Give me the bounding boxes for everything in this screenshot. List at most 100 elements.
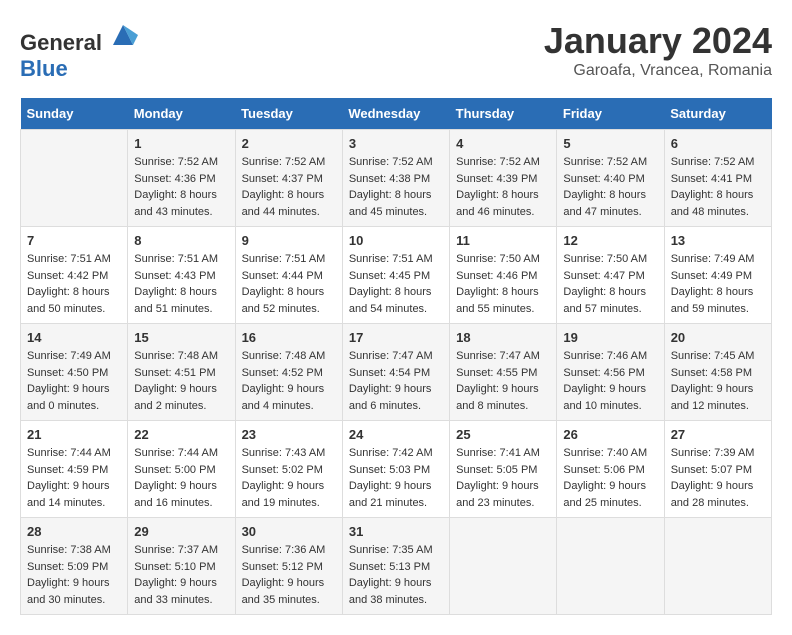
day-info-line: and 50 minutes. (27, 301, 121, 318)
day-info-line: and 4 minutes. (242, 398, 336, 415)
day-info-line: Daylight: 9 hours (671, 381, 765, 398)
day-info: Sunrise: 7:35 AMSunset: 5:13 PMDaylight:… (349, 542, 443, 608)
day-info-line: and 8 minutes. (456, 398, 550, 415)
calendar-cell: 2Sunrise: 7:52 AMSunset: 4:37 PMDaylight… (235, 130, 342, 227)
day-info-line: and 54 minutes. (349, 301, 443, 318)
day-info-line: Sunrise: 7:40 AM (563, 445, 657, 462)
day-info-line: Sunrise: 7:51 AM (134, 251, 228, 268)
day-info-line: Sunset: 4:55 PM (456, 365, 550, 382)
day-info-line: Daylight: 9 hours (27, 575, 121, 592)
day-info-line: Sunset: 4:46 PM (456, 268, 550, 285)
day-info: Sunrise: 7:43 AMSunset: 5:02 PMDaylight:… (242, 445, 336, 511)
calendar-cell: 5Sunrise: 7:52 AMSunset: 4:40 PMDaylight… (557, 130, 664, 227)
day-number: 12 (563, 233, 657, 248)
day-number: 29 (134, 524, 228, 539)
day-info-line: Daylight: 9 hours (134, 478, 228, 495)
day-info-line: and 10 minutes. (563, 398, 657, 415)
day-info: Sunrise: 7:39 AMSunset: 5:07 PMDaylight:… (671, 445, 765, 511)
page-header: General Blue January 2024 Garoafa, Vranc… (20, 20, 772, 82)
day-number: 1 (134, 136, 228, 151)
day-info-line: Daylight: 9 hours (349, 575, 443, 592)
day-info-line: Sunset: 5:05 PM (456, 462, 550, 479)
calendar-cell: 11Sunrise: 7:50 AMSunset: 4:46 PMDayligh… (450, 227, 557, 324)
day-info: Sunrise: 7:41 AMSunset: 5:05 PMDaylight:… (456, 445, 550, 511)
day-info-line: Sunset: 4:52 PM (242, 365, 336, 382)
logo-text: General Blue (20, 20, 138, 82)
day-info-line: Daylight: 9 hours (242, 381, 336, 398)
week-row: 1Sunrise: 7:52 AMSunset: 4:36 PMDaylight… (21, 130, 772, 227)
day-info-line: Sunrise: 7:45 AM (671, 348, 765, 365)
day-number: 28 (27, 524, 121, 539)
day-info-line: and 35 minutes. (242, 592, 336, 609)
day-info-line: Daylight: 9 hours (242, 478, 336, 495)
day-number: 26 (563, 427, 657, 442)
header-row: SundayMondayTuesdayWednesdayThursdayFrid… (21, 98, 772, 130)
title-block: January 2024 Garoafa, Vrancea, Romania (544, 20, 772, 80)
calendar-body: 1Sunrise: 7:52 AMSunset: 4:36 PMDaylight… (21, 130, 772, 615)
day-number: 20 (671, 330, 765, 345)
calendar-cell: 26Sunrise: 7:40 AMSunset: 5:06 PMDayligh… (557, 421, 664, 518)
month-title: January 2024 (544, 20, 772, 62)
day-info-line: and 25 minutes. (563, 495, 657, 512)
location-title: Garoafa, Vrancea, Romania (544, 62, 772, 80)
week-row: 7Sunrise: 7:51 AMSunset: 4:42 PMDaylight… (21, 227, 772, 324)
day-info-line: and 12 minutes. (671, 398, 765, 415)
day-info-line: and 47 minutes. (563, 204, 657, 221)
day-info-line: Daylight: 8 hours (134, 187, 228, 204)
day-info: Sunrise: 7:51 AMSunset: 4:45 PMDaylight:… (349, 251, 443, 317)
calendar-cell: 16Sunrise: 7:48 AMSunset: 4:52 PMDayligh… (235, 324, 342, 421)
day-info-line: Daylight: 8 hours (349, 187, 443, 204)
calendar-cell: 14Sunrise: 7:49 AMSunset: 4:50 PMDayligh… (21, 324, 128, 421)
calendar-cell: 18Sunrise: 7:47 AMSunset: 4:55 PMDayligh… (450, 324, 557, 421)
day-number: 5 (563, 136, 657, 151)
day-info-line: Sunrise: 7:43 AM (242, 445, 336, 462)
day-number: 14 (27, 330, 121, 345)
day-info-line: Sunset: 4:47 PM (563, 268, 657, 285)
day-info-line: Sunset: 4:37 PM (242, 171, 336, 188)
day-info-line: Sunrise: 7:37 AM (134, 542, 228, 559)
day-info-line: Sunset: 5:13 PM (349, 559, 443, 576)
day-info-line: and 59 minutes. (671, 301, 765, 318)
day-number: 7 (27, 233, 121, 248)
day-info-line: and 55 minutes. (456, 301, 550, 318)
calendar-cell: 21Sunrise: 7:44 AMSunset: 4:59 PMDayligh… (21, 421, 128, 518)
calendar-cell: 9Sunrise: 7:51 AMSunset: 4:44 PMDaylight… (235, 227, 342, 324)
day-info-line: Sunset: 4:49 PM (671, 268, 765, 285)
calendar-cell (450, 518, 557, 615)
calendar-cell: 27 Sunrise: 7:39 AMSunset: 5:07 PMDayligh… (664, 421, 771, 518)
day-number: 24 (349, 427, 443, 442)
day-number: 31 (349, 524, 443, 539)
header-day-saturday: Saturday (664, 98, 771, 130)
day-info-line: Sunrise: 7:52 AM (349, 154, 443, 171)
day-info-line: Daylight: 9 hours (563, 381, 657, 398)
day-info-line: Daylight: 8 hours (242, 187, 336, 204)
day-info-line: Sunrise: 7:36 AM (242, 542, 336, 559)
day-info-line: Sunset: 4:59 PM (27, 462, 121, 479)
week-row: 21Sunrise: 7:44 AMSunset: 4:59 PMDayligh… (21, 421, 772, 518)
day-info-line: Sunrise: 7:50 AM (563, 251, 657, 268)
day-info-line: and 30 minutes. (27, 592, 121, 609)
calendar-cell: 31 Sunrise: 7:35 AMSunset: 5:13 PMDayligh… (342, 518, 449, 615)
day-info: Sunrise: 7:37 AMSunset: 5:10 PMDaylight:… (134, 542, 228, 608)
day-info-line: Sunset: 4:51 PM (134, 365, 228, 382)
calendar-cell: 19Sunrise: 7:46 AMSunset: 4:56 PMDayligh… (557, 324, 664, 421)
day-info-line: Sunset: 5:02 PM (242, 462, 336, 479)
day-number: 11 (456, 233, 550, 248)
day-info-line: and 46 minutes. (456, 204, 550, 221)
day-info: Sunrise: 7:49 AMSunset: 4:49 PMDaylight:… (671, 251, 765, 317)
day-number: 13 (671, 233, 765, 248)
day-info-line: Sunrise: 7:47 AM (349, 348, 443, 365)
day-info-line: Sunrise: 7:52 AM (456, 154, 550, 171)
calendar-cell: 29 Sunrise: 7:37 AMSunset: 5:10 PMDayligh… (128, 518, 235, 615)
day-info-line: Daylight: 9 hours (27, 381, 121, 398)
day-info-line: Sunset: 4:42 PM (27, 268, 121, 285)
day-info-line: and 48 minutes. (671, 204, 765, 221)
day-info-line: Sunset: 4:50 PM (27, 365, 121, 382)
day-number: 18 (456, 330, 550, 345)
calendar-cell: 8Sunrise: 7:51 AMSunset: 4:43 PMDaylight… (128, 227, 235, 324)
day-number: 27 (671, 427, 765, 442)
logo: General Blue (20, 20, 138, 82)
day-info-line: and 28 minutes. (671, 495, 765, 512)
day-info-line: Sunrise: 7:51 AM (349, 251, 443, 268)
day-info-line: Daylight: 8 hours (456, 187, 550, 204)
